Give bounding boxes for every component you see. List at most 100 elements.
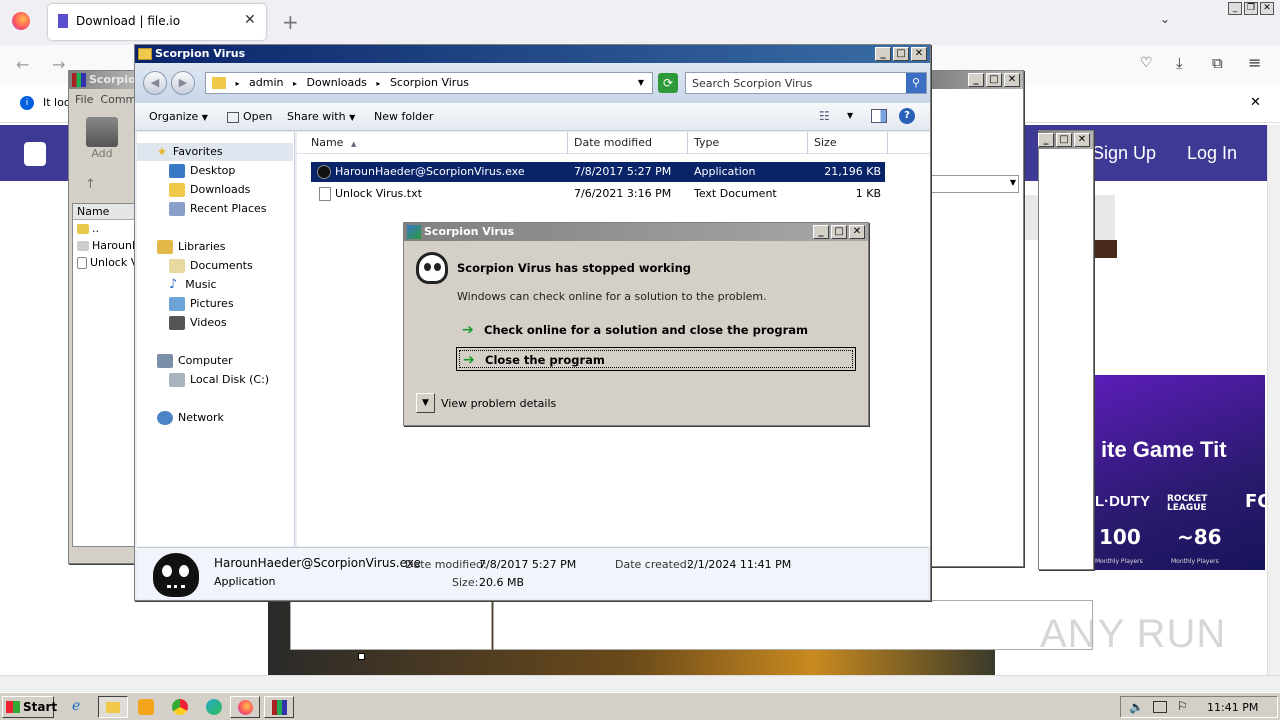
edge-icon[interactable] <box>206 699 222 715</box>
chrome-icon[interactable] <box>172 699 188 715</box>
winrar-taskbar-icon[interactable] <box>264 696 294 718</box>
up-arrow-icon[interactable]: ↑ <box>85 177 96 192</box>
search-input[interactable]: Search Scorpion Virus ⚲ <box>685 72 927 94</box>
breadcrumb-admin[interactable]: admin <box>249 76 283 89</box>
breadcrumb[interactable]: ▸ admin ▸ Downloads ▸ Scorpion Virus ▼ <box>205 72 653 94</box>
restore-icon[interactable]: ❐ <box>1244 2 1258 15</box>
menu-file[interactable]: File <box>75 93 93 106</box>
breadcrumb-downloads[interactable]: Downloads <box>307 76 367 89</box>
forward-button[interactable]: ▶ <box>171 71 195 95</box>
error-dialog[interactable]: Scorpion Virus _ □ ✕ Scorpion Virus has st… <box>403 222 869 426</box>
close-program-button[interactable]: ➔ Close the program <box>456 347 856 371</box>
back-icon[interactable]: ← <box>16 55 29 74</box>
views-icon[interactable]: ☷ <box>819 109 830 123</box>
file-row-txt[interactable]: Unlock Virus.txt 7/6/2021 3:16 PM Text D… <box>311 184 885 204</box>
extensions-icon[interactable]: ⧉ <box>1212 54 1223 72</box>
maximize-icon[interactable]: □ <box>893 47 909 61</box>
start-button[interactable]: Start <box>2 696 57 718</box>
new-folder-button[interactable]: New folder <box>374 110 433 123</box>
tree-local-disk[interactable]: Local Disk (C:) <box>169 371 269 389</box>
open-button[interactable]: Open <box>227 110 272 123</box>
column-name[interactable]: Name ▲ <box>305 132 568 154</box>
firefox-taskbar-icon[interactable] <box>230 696 260 718</box>
menu-icon[interactable]: ≡ <box>1248 53 1261 72</box>
page-scrollbar-vertical[interactable] <box>1267 125 1280 675</box>
login-link[interactable]: Log In <box>1187 143 1237 164</box>
new-tab-icon[interactable]: + <box>282 10 299 34</box>
page-scrollbar-horizontal[interactable] <box>0 675 1280 692</box>
clock[interactable]: 11:41 PM <box>1207 701 1258 714</box>
tree-downloads[interactable]: Downloads <box>169 181 250 199</box>
firefox-icon[interactable] <box>12 12 30 30</box>
expand-details-icon[interactable]: ▼ <box>416 393 435 413</box>
tree-libraries[interactable]: Libraries <box>157 238 226 256</box>
network-tray-icon[interactable] <box>1153 701 1167 713</box>
list-tabs-icon[interactable]: ⌄ <box>1160 12 1170 26</box>
explorer-taskbar-icon[interactable] <box>98 696 128 718</box>
tree-videos[interactable]: Videos <box>169 314 227 332</box>
breadcrumb-current[interactable]: Scorpion Virus <box>390 76 469 89</box>
winrar-window[interactable]: Scorpio File Comm Add ↑ Name .. HarounH … <box>68 70 138 564</box>
pocket-icon[interactable]: ♡ <box>1140 55 1153 71</box>
close-icon[interactable]: ✕ <box>1260 2 1274 15</box>
bg-window-2-titlebar: _ □ ✕ <box>1038 131 1093 149</box>
minimize-icon[interactable]: _ <box>875 47 891 61</box>
forward-icon[interactable]: → <box>52 55 65 74</box>
site-logo[interactable] <box>24 142 46 166</box>
tree-recent-places[interactable]: Recent Places <box>169 200 267 218</box>
search-icon[interactable]: ⚲ <box>906 73 926 93</box>
list-item[interactable]: Unlock V <box>73 254 135 271</box>
column-size[interactable]: Size <box>808 132 888 154</box>
info-close-icon[interactable]: ✕ <box>1250 95 1261 110</box>
tree-network[interactable]: Network <box>157 409 224 427</box>
close-tab-icon[interactable]: ✕ <box>244 12 256 28</box>
signup-link[interactable]: Sign Up <box>1092 143 1156 164</box>
file-row-exe[interactable]: HarounHaeder@ScorpionVirus.exe 7/8/2017 … <box>311 162 885 182</box>
preview-pane-icon[interactable] <box>871 109 887 123</box>
maximize-icon[interactable]: □ <box>986 73 1002 87</box>
bg-window-dropdown[interactable]: ▼ <box>931 175 1019 193</box>
minimize-icon[interactable]: _ <box>813 225 829 239</box>
list-item[interactable]: HarounH <box>73 237 135 254</box>
close-icon[interactable]: ✕ <box>849 225 865 239</box>
list-item[interactable]: .. <box>73 220 135 237</box>
ie-icon[interactable]: ℯ <box>72 698 80 714</box>
check-online-button[interactable]: ➔ Check online for a solution and close … <box>456 318 856 342</box>
minimize-icon[interactable]: _ <box>1228 2 1242 15</box>
volume-icon[interactable]: 🔈 <box>1129 700 1144 714</box>
organize-button[interactable]: Organize ▼ <box>149 110 208 123</box>
tree-favorites[interactable]: ★ Favorites <box>137 143 293 161</box>
column-date-modified[interactable]: Date modified <box>568 132 688 154</box>
close-icon[interactable]: ✕ <box>1004 73 1020 87</box>
close-icon[interactable]: ✕ <box>911 47 927 61</box>
media-player-icon[interactable] <box>138 699 154 715</box>
tree-computer[interactable]: Computer <box>157 352 233 370</box>
background-window-2[interactable]: _ □ ✕ <box>1038 130 1094 570</box>
maximize-icon[interactable]: □ <box>1056 133 1072 147</box>
downloads-icon[interactable]: ⤓ <box>1176 54 1183 72</box>
background-window[interactable]: _ □ ✕ ▼ <box>930 70 1024 567</box>
minimize-icon[interactable]: _ <box>968 73 984 87</box>
maximize-icon[interactable]: □ <box>831 225 847 239</box>
chevron-down-icon[interactable]: ▼ <box>847 111 853 120</box>
close-icon[interactable]: ✕ <box>1074 133 1090 147</box>
menu-commands[interactable]: Comm <box>100 93 136 106</box>
flag-icon[interactable]: ⚐ <box>1177 699 1188 713</box>
view-details-link[interactable]: View problem details <box>441 397 556 410</box>
winrar-titlebar: Scorpio <box>69 71 137 89</box>
promo-banner[interactable]: ite Game Tit L·DUTY ROCKET LEAGUE FO 100… <box>1095 375 1273 570</box>
tree-music[interactable]: ♪ Music <box>169 276 217 294</box>
chevron-down-icon[interactable]: ▼ <box>638 73 644 93</box>
column-type[interactable]: Type <box>688 132 808 154</box>
add-button[interactable]: Add <box>77 113 127 163</box>
back-button[interactable]: ◀ <box>143 71 167 95</box>
tree-pictures[interactable]: Pictures <box>169 295 234 313</box>
minimize-icon[interactable]: _ <box>1038 133 1054 147</box>
share-button[interactable]: Share with ▼ <box>287 110 355 123</box>
tree-documents[interactable]: Documents <box>169 257 253 275</box>
active-tab[interactable]: Download | file.io ✕ <box>48 4 266 40</box>
help-icon[interactable]: ? <box>899 108 915 124</box>
tree-desktop[interactable]: Desktop <box>169 162 235 180</box>
column-name[interactable]: Name <box>73 204 135 220</box>
refresh-icon[interactable]: ⟳ <box>658 73 678 93</box>
